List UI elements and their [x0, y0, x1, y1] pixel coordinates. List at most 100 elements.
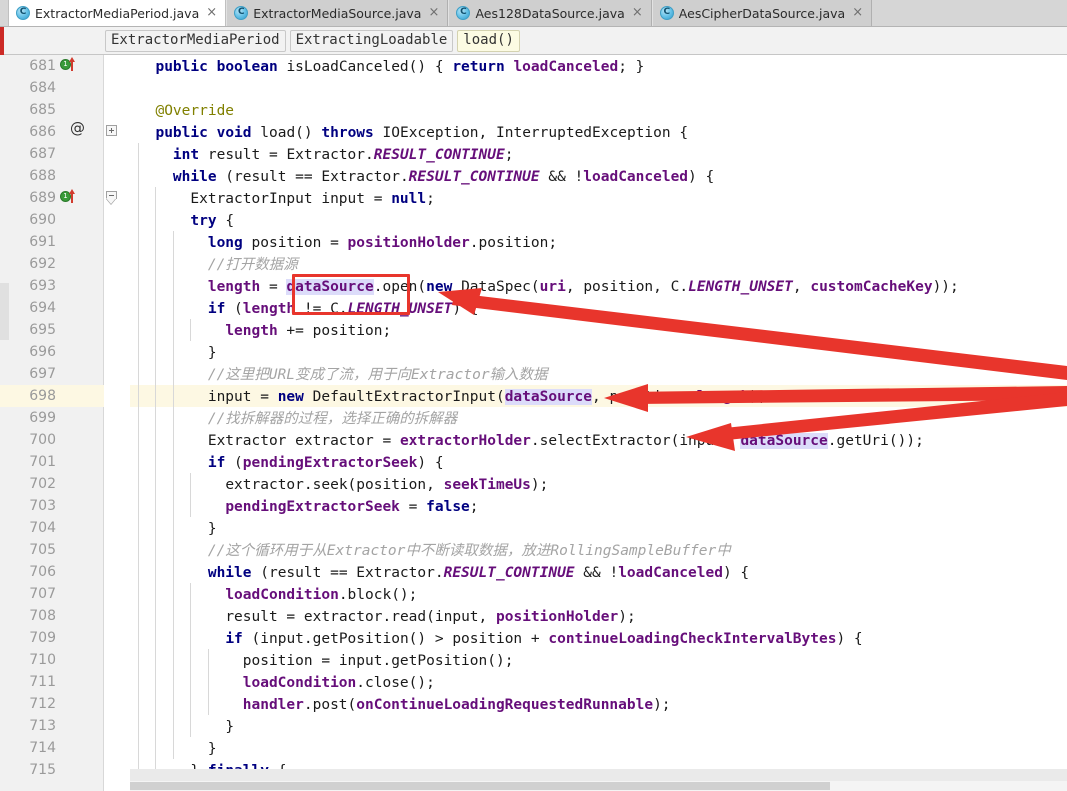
line-number: 692 [29, 256, 56, 272]
code-line-text: int result = Extractor.RESULT_CONTINUE; [172, 147, 514, 163]
code-line[interactable]: result = extractor.read(input, positionH… [130, 605, 1067, 627]
indent-guide [155, 517, 157, 539]
indent-guide [138, 737, 139, 759]
indent-guide [190, 605, 192, 627]
code-line[interactable]: public void load() throws IOException, I… [130, 121, 1067, 143]
code-line[interactable] [130, 77, 1067, 99]
indent-guide [138, 253, 139, 275]
code-line[interactable]: long position = positionHolder.position; [130, 231, 1067, 253]
line-number: 715 [29, 762, 56, 778]
line-number: 710 [29, 652, 56, 668]
code-line[interactable]: } [130, 341, 1067, 363]
indent-guide [138, 407, 139, 429]
java-class-icon [16, 6, 30, 20]
code-line[interactable]: if (pendingExtractorSeek) { [130, 451, 1067, 473]
implementing-method-icon[interactable] [60, 189, 75, 204]
code-line-text: //这个循环用于从Extractor中不断读取数据，放进RollingSampl… [207, 543, 731, 559]
code-line[interactable]: //打开数据源 [130, 253, 1067, 275]
horizontal-scrollbar[interactable] [130, 781, 1067, 791]
code-line-text: pendingExtractorSeek = false; [225, 499, 479, 515]
implementing-method-icon[interactable] [60, 57, 75, 72]
indent-guide [172, 363, 174, 385]
code-line[interactable]: loadCondition.block(); [130, 583, 1067, 605]
editor-tab-0[interactable]: ExtractorMediaPeriod.java × [8, 0, 227, 26]
editor-tab-3[interactable]: AesCipherDataSource.java × [651, 0, 873, 26]
indent-guide [190, 627, 192, 649]
annotation-at-icon: @ [70, 119, 85, 137]
code-line[interactable]: //这里把URL变成了流，用于向Extractor输入数据 [130, 363, 1067, 385]
code-line[interactable]: Extractor extractor = extractorHolder.se… [130, 429, 1067, 451]
indent-guide [138, 187, 139, 209]
indent-guide [155, 473, 157, 495]
editor-tab-label: ExtractorMediaPeriod.java [35, 5, 200, 21]
code-editor[interactable]: 681 684 685 686 687 688 689 690 691 692 693 694 695 6… [0, 55, 1067, 791]
fold-expand-icon[interactable] [106, 125, 117, 136]
code-line[interactable]: ExtractorInput input = null; [130, 187, 1067, 209]
indent-guide [155, 693, 157, 715]
indent-guide [155, 583, 157, 605]
code-line[interactable]: while (result == Extractor.RESULT_CONTIN… [130, 165, 1067, 187]
indent-guide [155, 605, 157, 627]
code-text-area[interactable]: public boolean isLoadCanceled() { return… [130, 55, 1067, 791]
line-number: 704 [29, 520, 56, 536]
code-line-text: //这里把URL变成了流，用于向Extractor输入数据 [207, 367, 548, 383]
indent-guide [172, 253, 174, 275]
close-icon[interactable]: × [206, 6, 217, 19]
indent-guide [155, 209, 157, 231]
editor-tab-label: AesCipherDataSource.java [678, 5, 846, 21]
code-line[interactable]: loadCondition.close(); [130, 671, 1067, 693]
code-line[interactable]: } [130, 517, 1067, 539]
indent-guide [190, 671, 192, 693]
editor-tab-label: Aes128DataSource.java [475, 5, 625, 21]
indent-guide [190, 715, 192, 737]
line-number: 702 [29, 476, 56, 492]
line-number: 707 [29, 586, 56, 602]
indent-guide [138, 319, 139, 341]
fold-collapse-icon[interactable] [106, 191, 117, 206]
code-line[interactable]: length = dataSource.open(new DataSpec(ur… [130, 275, 1067, 297]
code-line[interactable]: length += position; [130, 319, 1067, 341]
indent-guide [155, 649, 157, 671]
code-line[interactable]: while (result == Extractor.RESULT_CONTIN… [130, 561, 1067, 583]
code-line[interactable]: public boolean isLoadCanceled() { return… [130, 55, 1067, 77]
breadcrumb-item-method[interactable]: load() [457, 29, 520, 52]
line-number: 709 [29, 630, 56, 646]
editor-tab-1[interactable]: ExtractorMediaSource.java × [226, 0, 449, 26]
code-line[interactable]: } [130, 737, 1067, 759]
close-icon[interactable]: × [428, 6, 440, 19]
line-number: 686 [29, 124, 56, 140]
line-number: 685 [29, 102, 56, 118]
code-line-text: } [225, 719, 235, 735]
indent-guide [138, 275, 139, 297]
code-line[interactable]: pendingExtractorSeek = false; [130, 495, 1067, 517]
code-line[interactable]: } [130, 715, 1067, 737]
editor-tab-2[interactable]: Aes128DataSource.java × [448, 0, 652, 26]
code-folding-strip[interactable] [104, 55, 131, 791]
indent-guide [207, 671, 209, 693]
code-line[interactable]: //这个循环用于从Extractor中不断读取数据，放进RollingSampl… [130, 539, 1067, 561]
code-line[interactable]: if (length != C.LENGTH_UNSET) { [130, 297, 1067, 319]
code-line[interactable]: @Override [130, 99, 1067, 121]
close-icon[interactable]: × [852, 6, 863, 19]
indent-guide [207, 693, 209, 715]
indent-guide [155, 671, 157, 693]
scrollbar-thumb[interactable] [130, 782, 830, 790]
indent-guide [190, 693, 192, 715]
code-line[interactable]: try { [130, 209, 1067, 231]
code-line[interactable]: extractor.seek(position, seekTimeUs); [130, 473, 1067, 495]
indent-guide [190, 473, 192, 495]
code-line[interactable]: //找拆解器的过程，选择正确的拆解器 [130, 407, 1067, 429]
indent-guide [155, 737, 157, 759]
indent-guide [172, 429, 174, 451]
code-line[interactable]: if (input.getPosition() > position + con… [130, 627, 1067, 649]
indent-guide [138, 209, 139, 231]
breadcrumb-item-class[interactable]: ExtractorMediaPeriod [105, 29, 286, 52]
code-line[interactable]: int result = Extractor.RESULT_CONTINUE; [130, 143, 1067, 165]
code-line[interactable]: handler.post(onContinueLoadingRequestedR… [130, 693, 1067, 715]
code-line[interactable]: position = input.getPosition(); [130, 649, 1067, 671]
close-icon[interactable]: × [632, 6, 643, 19]
code-line-text: if (input.getPosition() > position + con… [225, 631, 863, 647]
code-line[interactable]: input = new DefaultExtractorInput(dataSo… [130, 385, 1067, 407]
breadcrumb-item-inner-class[interactable]: ExtractingLoadable [289, 29, 454, 52]
indent-guide [172, 407, 174, 429]
